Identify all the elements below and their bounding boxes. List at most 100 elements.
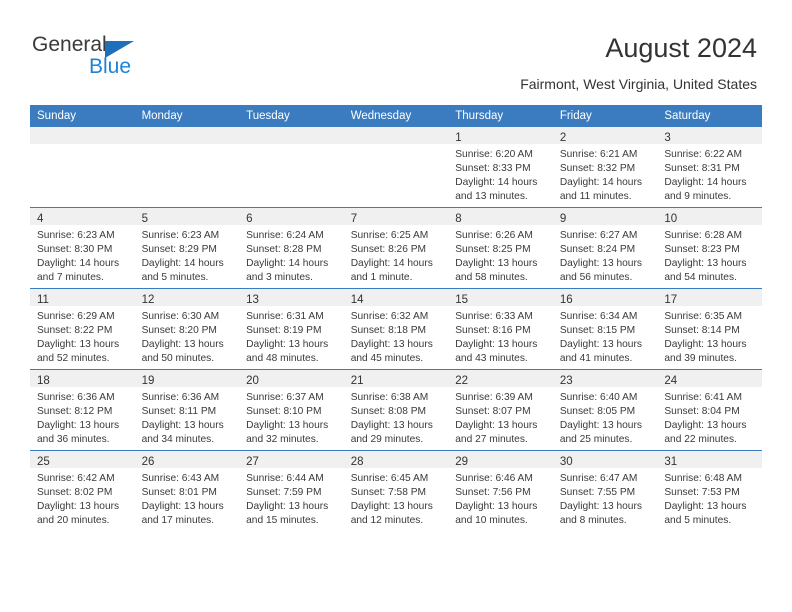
day-cell[interactable]: 20 Sunrise: 6:37 AM Sunset: 8:10 PM Dayligh… — [239, 369, 344, 451]
calendar-body: 1 Sunrise: 6:20 AM Sunset: 8:33 PM Daylight… — [30, 127, 762, 531]
day-cell[interactable]: 22 Sunrise: 6:39 AM Sunset: 8:07 PM Dayligh… — [448, 369, 553, 451]
sunset-text: Sunset: 8:30 PM — [37, 244, 113, 255]
day-cell[interactable]: 9 Sunrise: 6:27 AM Sunset: 8:24 PM Daylight… — [552, 207, 658, 289]
sunrise-text: Sunrise: 6:44 AM — [246, 473, 324, 484]
day-cell[interactable]: 24 Sunrise: 6:41 AM Sunset: 8:04 PM Dayligh… — [657, 369, 762, 451]
day-cell[interactable]: 16 Sunrise: 6:34 AM Sunset: 8:15 PM Dayligh… — [552, 288, 658, 370]
daylight-text-line1: Daylight: 13 hours — [559, 339, 642, 350]
day-cell[interactable]: 15 Sunrise: 6:33 AM Sunset: 8:16 PM Dayligh… — [448, 288, 553, 370]
day-number-band: 26 — [134, 451, 240, 468]
daylight-text-line2: and 56 minutes. — [559, 272, 633, 283]
sunset-text: Sunset: 7:53 PM — [664, 487, 740, 498]
sunset-text: Sunset: 8:08 PM — [350, 406, 427, 417]
day-number-band: 28 — [343, 451, 449, 468]
sunrise-text: Sunrise: 6:36 AM — [141, 392, 220, 403]
day-cell[interactable]: 27 Sunrise: 6:44 AM Sunset: 7:59 PM Dayligh… — [239, 450, 344, 531]
day-cell[interactable]: 26 Sunrise: 6:43 AM Sunset: 8:01 PM Dayligh… — [134, 450, 240, 531]
day-cell-details: Sunrise: 6:27 AM Sunset: 8:24 PM Daylight:… — [553, 225, 658, 285]
daylight-text-line2: and 8 minutes. — [559, 515, 627, 526]
day-number: 4 — [37, 213, 44, 225]
day-cell[interactable]: 28 Sunrise: 6:45 AM Sunset: 7:58 PM Dayligh… — [343, 450, 449, 531]
day-cell-details: Sunrise: 6:38 AM Sunset: 8:08 PM Daylight:… — [344, 387, 449, 447]
day-cell[interactable]: 12 Sunrise: 6:30 AM Sunset: 8:20 PM Dayligh… — [134, 288, 240, 370]
daylight-text-line2: and 58 minutes. — [455, 272, 528, 283]
day-number-band: 24 — [657, 370, 762, 387]
daylight-text-line2: and 36 minutes. — [37, 434, 110, 445]
day-cell[interactable]: 17 Sunrise: 6:35 AM Sunset: 8:14 PM Dayligh… — [657, 288, 762, 370]
sunset-text: Sunset: 8:20 PM — [141, 325, 217, 336]
day-cell-details: Sunrise: 6:34 AM Sunset: 8:15 PM Daylight:… — [553, 306, 658, 366]
day-cell[interactable]: 5 Sunrise: 6:23 AM Sunset: 8:29 PM Daylight… — [134, 207, 240, 289]
daylight-text-line2: and 25 minutes. — [559, 434, 633, 445]
day-cell[interactable]: 18 Sunrise: 6:36 AM Sunset: 8:12 PM Dayligh… — [30, 369, 135, 451]
day-cell[interactable]: 1 Sunrise: 6:20 AM Sunset: 8:33 PM Daylight… — [448, 127, 553, 208]
day-cell[interactable]: 3 Sunrise: 6:22 AM Sunset: 8:31 PM Daylight… — [657, 127, 762, 208]
daylight-text-line2: and 20 minutes. — [37, 515, 110, 526]
daylight-text-line2: and 5 minutes. — [141, 272, 209, 283]
daylight-text-line1: Daylight: 13 hours — [350, 420, 433, 431]
sunrise-text: Sunrise: 6:42 AM — [37, 473, 115, 484]
day-number-band — [239, 127, 344, 144]
day-cell[interactable]: 10 Sunrise: 6:28 AM Sunset: 8:23 PM Dayligh… — [657, 207, 762, 289]
sunset-text: Sunset: 8:19 PM — [246, 325, 322, 336]
day-number-band: 14 — [343, 289, 449, 306]
day-number-band — [134, 127, 240, 144]
day-cell-empty — [134, 127, 240, 208]
sunrise-text: Sunrise: 6:47 AM — [559, 473, 638, 484]
day-cell[interactable]: 23 Sunrise: 6:40 AM Sunset: 8:05 PM Dayligh… — [552, 369, 658, 451]
daylight-text-line1: Daylight: 13 hours — [664, 339, 747, 350]
calendar-week-row: 11 Sunrise: 6:29 AM Sunset: 8:22 PM Dayligh… — [30, 288, 762, 370]
sunset-text: Sunset: 8:23 PM — [664, 244, 740, 255]
sunset-text: Sunset: 8:18 PM — [350, 325, 427, 336]
daylight-text-line2: and 29 minutes. — [350, 434, 424, 445]
day-number-band: 21 — [343, 370, 449, 387]
sunrise-text: Sunrise: 6:21 AM — [559, 149, 638, 160]
day-number: 30 — [559, 456, 573, 468]
day-cell[interactable]: 25 Sunrise: 6:42 AM Sunset: 8:02 PM Dayligh… — [30, 450, 135, 531]
day-number-band: 20 — [239, 370, 344, 387]
day-cell-details: Sunrise: 6:31 AM Sunset: 8:19 PM Daylight:… — [239, 306, 344, 366]
daylight-text-line2: and 50 minutes. — [141, 353, 215, 364]
day-number-band: 11 — [30, 289, 135, 306]
day-cell[interactable]: 30 Sunrise: 6:47 AM Sunset: 7:55 PM Dayligh… — [552, 450, 658, 531]
daylight-text-line2: and 34 minutes. — [141, 434, 215, 445]
sunrise-text: Sunrise: 6:31 AM — [246, 311, 324, 322]
daylight-text-line1: Daylight: 14 hours — [141, 258, 224, 269]
day-cell-details: Sunrise: 6:23 AM Sunset: 8:30 PM Daylight:… — [30, 225, 135, 285]
daylight-text-line1: Daylight: 13 hours — [350, 339, 433, 350]
day-number-band: 16 — [552, 289, 658, 306]
weekday-header-wednesday: Wednesday — [343, 105, 449, 127]
day-cell[interactable]: 21 Sunrise: 6:38 AM Sunset: 8:08 PM Dayligh… — [343, 369, 449, 451]
day-cell[interactable]: 29 Sunrise: 6:46 AM Sunset: 7:56 PM Dayligh… — [448, 450, 553, 531]
day-cell[interactable]: 11 Sunrise: 6:29 AM Sunset: 8:22 PM Dayligh… — [30, 288, 135, 370]
daylight-text-line2: and 12 minutes. — [350, 515, 424, 526]
daylight-text-line2: and 15 minutes. — [246, 515, 319, 526]
day-cell-details: Sunrise: 6:32 AM Sunset: 8:18 PM Daylight:… — [344, 306, 449, 366]
day-cell[interactable]: 31 Sunrise: 6:48 AM Sunset: 7:53 PM Dayligh… — [657, 450, 762, 531]
day-number: 9 — [559, 213, 567, 225]
day-number: 16 — [559, 294, 573, 306]
sunset-text: Sunset: 8:31 PM — [664, 163, 740, 174]
day-cell[interactable]: 8 Sunrise: 6:26 AM Sunset: 8:25 PM Daylight… — [448, 207, 553, 289]
daylight-text-line2: and 32 minutes. — [246, 434, 319, 445]
daylight-text-line2: and 43 minutes. — [455, 353, 528, 364]
day-cell[interactable]: 2 Sunrise: 6:21 AM Sunset: 8:32 PM Daylight… — [552, 127, 658, 208]
daylight-text-line1: Daylight: 13 hours — [246, 339, 329, 350]
daylight-text-line1: Daylight: 13 hours — [559, 501, 642, 512]
brand-logo[interactable]: General Blue — [32, 33, 212, 83]
brand-name-general: General — [32, 33, 107, 56]
day-cell[interactable]: 13 Sunrise: 6:31 AM Sunset: 8:19 PM Dayligh… — [239, 288, 344, 370]
daylight-text-line2: and 9 minutes. — [664, 191, 732, 202]
day-number: 11 — [37, 294, 49, 306]
day-cell[interactable]: 19 Sunrise: 6:36 AM Sunset: 8:11 PM Dayligh… — [134, 369, 240, 451]
day-cell[interactable]: 7 Sunrise: 6:25 AM Sunset: 8:26 PM Daylight… — [343, 207, 449, 289]
day-cell[interactable]: 4 Sunrise: 6:23 AM Sunset: 8:30 PM Daylight… — [30, 207, 135, 289]
day-cell[interactable]: 6 Sunrise: 6:24 AM Sunset: 8:28 PM Daylight… — [239, 207, 344, 289]
daylight-text-line2: and 27 minutes. — [455, 434, 528, 445]
sunrise-text: Sunrise: 6:41 AM — [664, 392, 742, 403]
day-number: 17 — [664, 294, 678, 306]
day-cell[interactable]: 14 Sunrise: 6:32 AM Sunset: 8:18 PM Dayligh… — [343, 288, 449, 370]
day-cell-details: Sunrise: 6:45 AM Sunset: 7:58 PM Daylight:… — [344, 468, 449, 528]
day-cell-details: Sunrise: 6:44 AM Sunset: 7:59 PM Daylight:… — [239, 468, 344, 528]
day-cell-details: Sunrise: 6:26 AM Sunset: 8:25 PM Daylight:… — [448, 225, 553, 285]
